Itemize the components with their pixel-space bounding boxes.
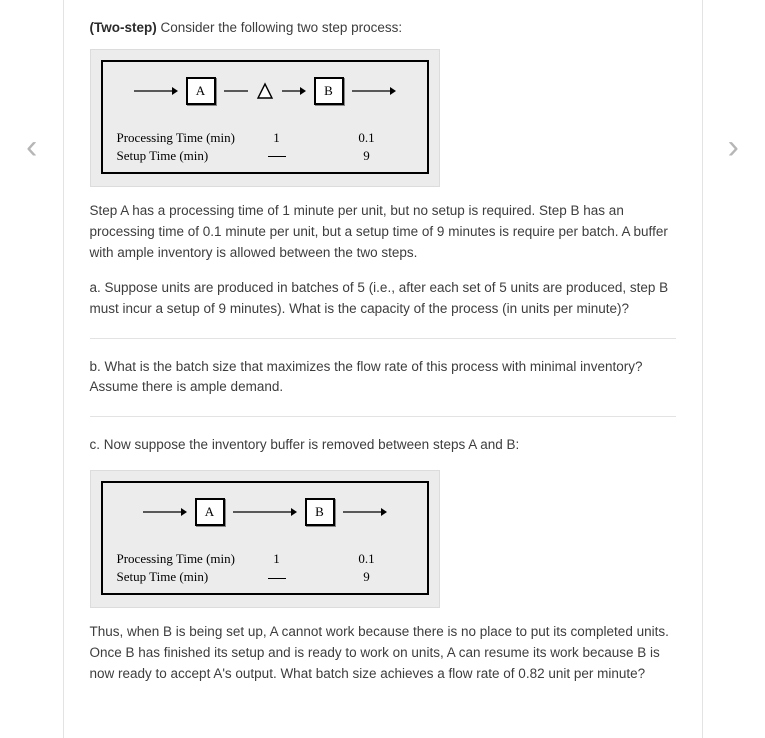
box-a-label: A xyxy=(205,504,214,520)
proc-time-row: Processing Time (min) 1 0.1 xyxy=(117,551,413,567)
arrow-out-icon xyxy=(352,86,396,96)
box-a-label: A xyxy=(196,83,205,99)
arrow-a-b-icon xyxy=(233,507,297,517)
diagram-2-inner: A B Processing Time (min) 1 0.1 Setup Ti… xyxy=(101,481,429,595)
proc-time-b: 0.1 xyxy=(337,130,397,146)
dash-icon xyxy=(268,578,286,579)
diagram-1-inner: A B Processing Time (min) 1 0.1 Setup Ti… xyxy=(101,60,429,174)
question-title: (Two-step) Consider the following two st… xyxy=(90,18,676,39)
proc-time-label: Processing Time (min) xyxy=(117,130,247,146)
arrow-buf-b-icon xyxy=(282,86,306,96)
proc-time-a: 1 xyxy=(247,551,307,567)
flow-row-1: A B xyxy=(117,74,413,108)
paragraph-intro: Step A has a processing time of 1 minute… xyxy=(90,201,676,264)
setup-time-b: 9 xyxy=(337,569,397,585)
title-rest: Consider the following two step process: xyxy=(157,20,402,35)
setup-time-row: Setup Time (min) 9 xyxy=(117,569,413,585)
setup-time-row: Setup Time (min) 9 xyxy=(117,148,413,164)
proc-time-a: 1 xyxy=(247,130,307,146)
setup-time-b: 9 xyxy=(337,148,397,164)
box-b: B xyxy=(314,77,344,105)
chevron-right-icon[interactable]: › xyxy=(728,130,739,164)
chevron-left-icon[interactable]: ‹ xyxy=(26,130,37,164)
buffer-triangle-icon xyxy=(256,82,274,100)
arrow-in-icon xyxy=(143,507,187,517)
setup-time-label: Setup Time (min) xyxy=(117,569,247,585)
paragraph-c: c. Now suppose the inventory buffer is r… xyxy=(90,435,676,456)
dash-icon xyxy=(268,156,286,157)
box-b-label: B xyxy=(315,504,324,520)
question-panel: (Two-step) Consider the following two st… xyxy=(63,0,703,738)
arrow-out-icon xyxy=(343,507,387,517)
arrow-a-buf-icon xyxy=(224,86,248,96)
setup-time-a xyxy=(247,569,307,585)
paragraph-a: a. Suppose units are produced in batches… xyxy=(90,278,676,320)
box-b: B xyxy=(305,498,335,526)
proc-time-b: 0.1 xyxy=(337,551,397,567)
setup-time-label: Setup Time (min) xyxy=(117,148,247,164)
separator-1 xyxy=(90,338,676,339)
title-bold: (Two-step) xyxy=(90,20,157,35)
paragraph-b: b. What is the batch size that maximizes… xyxy=(90,357,676,399)
setup-time-a xyxy=(247,148,307,164)
proc-time-row: Processing Time (min) 1 0.1 xyxy=(117,130,413,146)
diagram-2: A B Processing Time (min) 1 0.1 Setup Ti… xyxy=(90,470,440,608)
flow-row-2: A B xyxy=(117,495,413,529)
arrow-in-icon xyxy=(134,86,178,96)
box-a: A xyxy=(186,77,216,105)
paragraph-c2: Thus, when B is being set up, A cannot w… xyxy=(90,622,676,685)
diagram-1: A B Processing Time (min) 1 0.1 Setup Ti… xyxy=(90,49,440,187)
box-a: A xyxy=(195,498,225,526)
box-b-label: B xyxy=(324,83,333,99)
proc-time-label: Processing Time (min) xyxy=(117,551,247,567)
page-root: ‹ › (Two-step) Consider the following tw… xyxy=(0,0,765,738)
separator-2 xyxy=(90,416,676,417)
